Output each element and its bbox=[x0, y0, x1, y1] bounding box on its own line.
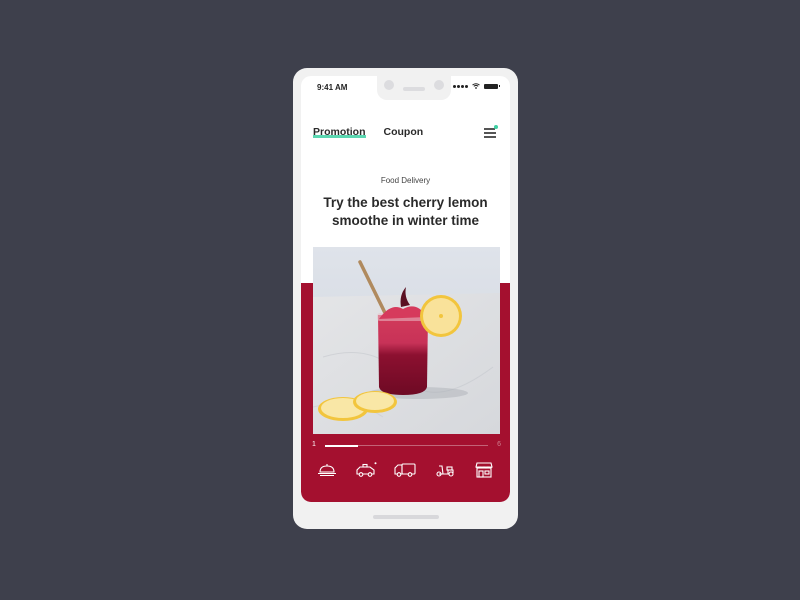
promo-image[interactable] bbox=[313, 247, 500, 434]
pager-progress bbox=[325, 444, 358, 447]
tab-promotion[interactable]: Promotion bbox=[313, 126, 366, 138]
phone-frame: 9:41 AM Promotion Coupon Food Delivery T… bbox=[293, 68, 518, 529]
promo-category: Food Delivery bbox=[380, 176, 431, 185]
promo-headline: Try the best cherry lemon smoothe in win… bbox=[323, 195, 488, 228]
truck-icon[interactable] bbox=[393, 460, 417, 480]
hamburger-menu-bar bbox=[484, 136, 496, 138]
pager-total: 6 bbox=[497, 441, 501, 448]
phone-notch bbox=[377, 76, 451, 100]
pager-track[interactable] bbox=[325, 444, 488, 447]
tab-coupon[interactable]: Coupon bbox=[384, 126, 424, 138]
status-time: 9:41 AM bbox=[317, 83, 348, 92]
store-icon[interactable] bbox=[472, 460, 496, 480]
camera-icon bbox=[384, 80, 394, 90]
home-indicator bbox=[373, 515, 439, 519]
status-icons bbox=[453, 83, 500, 89]
food-cloche-icon[interactable] bbox=[315, 460, 339, 480]
battery-icon bbox=[484, 83, 500, 89]
delivery-category-icons bbox=[301, 460, 510, 484]
hamburger-menu-bar bbox=[484, 132, 496, 134]
menu-button[interactable] bbox=[484, 125, 498, 138]
sensor-icon bbox=[434, 80, 444, 90]
carousel-pager: 1 6 bbox=[312, 441, 501, 451]
pager-current: 1 bbox=[312, 441, 316, 448]
hamburger-menu-icon bbox=[484, 128, 495, 130]
wifi-icon bbox=[472, 83, 480, 89]
speaker-grille bbox=[403, 87, 425, 91]
phone-screen: 9:41 AM Promotion Coupon Food Delivery T… bbox=[301, 76, 510, 502]
signal-icon bbox=[453, 84, 468, 88]
scooter-icon[interactable] bbox=[433, 460, 457, 480]
notification-dot bbox=[494, 125, 498, 129]
top-nav-tabs: Promotion Coupon bbox=[313, 126, 423, 138]
taxi-icon[interactable] bbox=[354, 460, 378, 480]
